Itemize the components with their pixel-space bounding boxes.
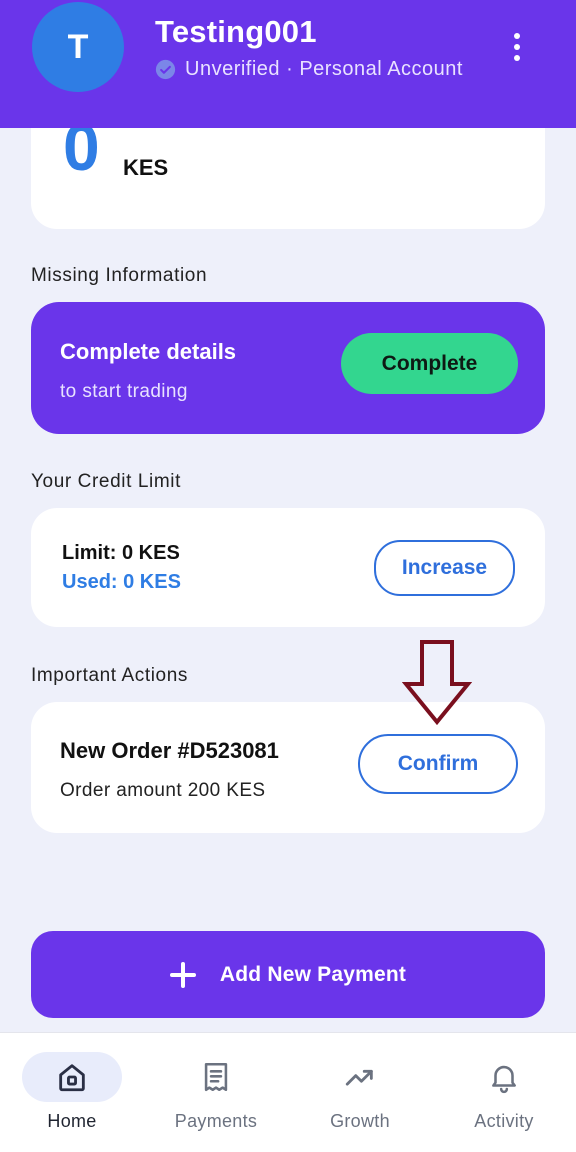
nav-label-home: Home — [47, 1111, 97, 1131]
credit-limit-card: Limit: 0 KES Used: 0 KES Increase — [31, 508, 545, 627]
nav-label-payments: Payments — [174, 1111, 258, 1131]
more-menu-icon[interactable] — [500, 30, 534, 64]
credit-limit-value: Limit: 0 KES — [62, 542, 180, 564]
add-new-payment-button[interactable]: Add New Payment — [31, 931, 545, 1018]
app-header: T Testing001 Unverified · Personal Accou… — [0, 0, 576, 128]
bell-icon — [492, 1065, 516, 1094]
nav-item-activity[interactable]: Activity — [432, 1033, 576, 1152]
complete-details-subtitle: to start trading — [60, 381, 188, 402]
home-icon — [59, 1064, 85, 1092]
account-status-text: Unverified · Personal Account — [185, 58, 463, 80]
trending-up-icon — [345, 1069, 373, 1086]
user-name: Testing001 — [155, 14, 317, 49]
nav-label-growth: Growth — [330, 1111, 390, 1131]
avatar[interactable]: T — [32, 2, 124, 92]
nav-item-home[interactable]: Home — [0, 1033, 144, 1152]
complete-button[interactable]: Complete — [341, 333, 518, 394]
nav-item-growth[interactable]: Growth — [288, 1033, 432, 1152]
nav-label-activity: Activity — [474, 1111, 534, 1131]
missing-info-heading: Missing Information — [31, 265, 208, 286]
account-status: Unverified · Personal Account — [155, 58, 463, 81]
complete-details-title: Complete details — [60, 339, 237, 364]
complete-details-card: Complete details to start trading Comple… — [31, 302, 545, 434]
receipt-icon — [204, 1062, 228, 1092]
verified-badge-icon — [155, 59, 176, 80]
nav-item-payments[interactable]: Payments — [144, 1033, 288, 1152]
important-actions-heading: Important Actions — [31, 665, 188, 686]
increase-button[interactable]: Increase — [374, 540, 515, 596]
balance-currency: KES — [123, 155, 169, 180]
down-arrow-icon — [402, 640, 472, 726]
add-new-payment-label: Add New Payment — [219, 962, 407, 986]
order-title: New Order #D523081 — [60, 738, 279, 763]
credit-used-value: Used: 0 KES — [62, 571, 181, 593]
confirm-order-button[interactable]: Confirm — [358, 734, 518, 794]
plus-icon — [169, 961, 196, 988]
credit-limit-heading: Your Credit Limit — [31, 471, 181, 492]
order-amount: Order amount 200 KES — [60, 780, 266, 801]
bottom-navigation: Home Payments Growth Activity — [0, 1032, 576, 1152]
